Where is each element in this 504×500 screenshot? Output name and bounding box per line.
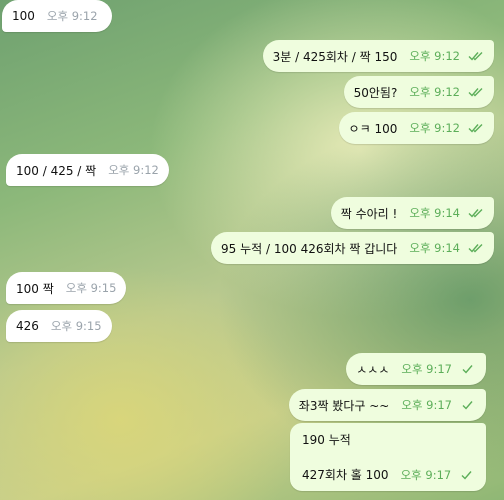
time-label: 오후 9:14 — [409, 206, 460, 220]
time-label: 오후 9:17 — [400, 467, 452, 482]
message-bottom-row: 427회차 홀 100 오후 9:17 — [302, 466, 475, 483]
message-bubble-outgoing[interactable]: 짝 수아리 ! 오후 9:14 — [330, 197, 494, 229]
message-bubble-outgoing[interactable]: 190 누적 427회차 홀 100 오후 9:17 — [290, 423, 486, 491]
message-time: 오후 9:15 — [66, 280, 117, 296]
message-text: 426 — [16, 319, 39, 333]
message-meta: 오후 9:17 — [401, 397, 476, 413]
message-bubble-outgoing[interactable]: 95 누적 / 100 426회차 짝 갑니다 오후 9:14 — [211, 232, 494, 264]
time-label: 오후 9:12 — [409, 121, 460, 135]
time-label: 오후 9:12 — [409, 49, 460, 63]
message-bubble-incoming[interactable]: 100 짝 오후 9:15 — [6, 272, 127, 304]
message-bubble-outgoing[interactable]: 50안됨? 오후 9:12 — [343, 76, 494, 108]
message-meta: 오후 9:17 — [401, 361, 476, 377]
time-label: 오후 9:15 — [50, 319, 102, 333]
time-label: 오후 9:17 — [401, 398, 452, 412]
chat-message-area[interactable]: 100 오후 9:12 3분 / 425회차 / 짝 150 오후 9:12 5… — [0, 0, 504, 500]
check-icon — [462, 365, 473, 374]
message-time: 오후 9:12 — [108, 162, 159, 178]
time-label: 오후 9:12 — [409, 85, 460, 99]
message-text: 100 — [12, 9, 35, 23]
check-icon — [461, 470, 472, 480]
message-time: 오후 9:15 — [51, 318, 102, 334]
time-label: 오후 9:17 — [401, 362, 452, 376]
check-icon — [462, 401, 473, 410]
time-label: 오후 9:12 — [46, 9, 98, 23]
message-text-line-1: 190 누적 — [302, 433, 351, 447]
message-text: 짝 수아리 ! — [340, 206, 398, 221]
double-check-icon — [468, 88, 483, 97]
message-meta: 오후 9:12 — [409, 120, 484, 136]
message-bubble-outgoing[interactable]: ㅅㅅㅅ 오후 9:17 — [346, 353, 486, 385]
time-label: 오후 9:14 — [409, 241, 460, 255]
message-meta: 오후 9:17 — [401, 467, 476, 483]
message-text: 좌3짝 봤다구 ~~ — [298, 398, 390, 413]
message-bubble-incoming[interactable]: 100 / 425 / 짝 오후 9:12 — [6, 154, 169, 186]
double-check-icon — [468, 244, 483, 253]
message-meta: 오후 9:14 — [409, 205, 484, 221]
double-check-icon — [468, 209, 483, 218]
message-text: 3분 / 425회차 / 짝 150 — [272, 49, 398, 64]
message-text: ㅅㅅㅅ — [356, 362, 390, 377]
time-label: 오후 9:15 — [65, 281, 117, 295]
message-text: 50안됨? — [353, 85, 398, 100]
message-text: 100 / 425 / 짝 — [16, 163, 97, 178]
message-bubble-incoming[interactable]: 100 오후 9:12 — [2, 0, 112, 32]
message-text: 95 누적 / 100 426회차 짝 갑니다 — [221, 241, 398, 256]
message-meta: 오후 9:12 — [409, 84, 484, 100]
message-bubble-outgoing[interactable]: 좌3짝 봤다구 ~~ 오후 9:17 — [288, 389, 486, 421]
time-label: 오후 9:12 — [108, 163, 159, 177]
message-text: ㅇㅋ 100 — [348, 121, 398, 136]
double-check-icon — [468, 52, 483, 61]
message-text: 100 짝 — [16, 281, 54, 296]
message-meta: 오후 9:14 — [409, 240, 484, 256]
message-text-line-2: 427회차 홀 100 — [302, 468, 389, 482]
message-meta: 오후 9:12 — [409, 48, 484, 64]
message-bubble-outgoing[interactable]: ㅇㅋ 100 오후 9:12 — [338, 112, 494, 144]
message-bubble-incoming[interactable]: 426 오후 9:15 — [6, 310, 112, 342]
message-bubble-outgoing[interactable]: 3분 / 425회차 / 짝 150 오후 9:12 — [262, 40, 494, 72]
double-check-icon — [468, 124, 483, 133]
message-time: 오후 9:12 — [47, 8, 98, 24]
